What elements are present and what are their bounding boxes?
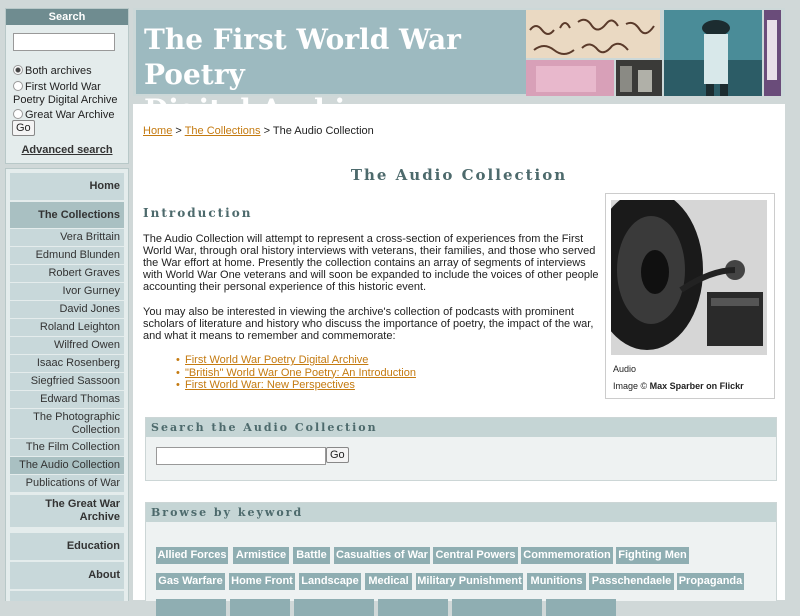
collection-search-input[interactable] — [156, 447, 326, 465]
nav-great-war-archive[interactable]: The Great War Archive — [10, 495, 124, 527]
keyword-tag[interactable]: Casualties of War — [334, 547, 430, 564]
image-caption: Audio — [613, 364, 637, 374]
nav-the-collections[interactable]: The Collections — [10, 202, 124, 228]
radio-label: First World War Poetry Digital Archive — [13, 81, 118, 106]
nav-education[interactable]: Education — [10, 533, 124, 560]
introduction-heading: Introduction — [143, 206, 253, 220]
list-item: First World War: New Perspectives — [176, 379, 416, 392]
soldier-photo-image — [664, 10, 762, 96]
keyword-tag[interactable]: Fighting Men — [616, 547, 689, 564]
nav-film-collection[interactable]: The Film Collection — [10, 439, 124, 456]
search-heading: Search — [6, 9, 128, 25]
nav-isaac-rosenberg[interactable]: Isaac Rosenberg — [10, 355, 124, 372]
radio-label: Both archives — [25, 65, 92, 77]
keyword-tag[interactable]: Munitions — [527, 573, 586, 590]
keyword-tag[interactable]: Commemoration — [521, 547, 613, 564]
nav-audio-collection[interactable]: The Audio Collection — [10, 457, 124, 474]
credit-prefix: Image © — [613, 381, 650, 391]
list-item: "British" World War One Poetry: An Intro… — [176, 367, 416, 380]
collection-search-go-button[interactable]: Go — [326, 447, 349, 463]
keyword-tag[interactable]: Central Powers — [433, 547, 518, 564]
radio-label: Great War Archive — [25, 109, 115, 121]
keyword-tag[interactable]: Home Front — [229, 573, 295, 590]
keyword-tag[interactable]: Gas Warfare — [156, 573, 225, 590]
featured-image-box: Audio Image © Max Sparber on Flickr — [605, 193, 775, 399]
pink-letter-image — [526, 60, 614, 96]
nav-about[interactable]: About — [10, 562, 124, 589]
site-title-line1: The First World War Poetry — [144, 23, 461, 91]
soldiers-photo-image — [616, 60, 662, 96]
sidebar-search-input[interactable] — [13, 33, 115, 51]
keyword-tag[interactable]: Armistice — [233, 547, 289, 564]
site-banner-title[interactable]: The First World War Poetry Digital Archi… — [136, 10, 526, 126]
keyword-tag[interactable]: Battle — [293, 547, 330, 564]
breadcrumb-home-link[interactable]: Home — [143, 125, 172, 137]
breadcrumb-collections-link[interactable]: The Collections — [185, 125, 261, 137]
strip-image — [764, 10, 781, 96]
keyword-tag[interactable]: Propaganda — [677, 573, 744, 590]
search-collection-heading: Search the Audio Collection — [146, 418, 776, 437]
keyword-tag-cutoff[interactable] — [378, 599, 448, 616]
breadcrumb-separator: > — [260, 125, 273, 137]
podcast-links-list: First World War Poetry Digital Archive "… — [176, 354, 416, 392]
link-fwwpda[interactable]: First World War Poetry Digital Archive — [185, 354, 368, 366]
podcasts-paragraph: You may also be interested in viewing th… — [143, 306, 594, 342]
main-content: Home > The Collections > The Audio Colle… — [133, 104, 785, 616]
browse-keyword-panel: Browse by keyword Allied Forces Armistic… — [145, 502, 777, 616]
breadcrumb: Home > The Collections > The Audio Colle… — [143, 125, 374, 137]
keyword-tag-cutoff[interactable] — [294, 599, 374, 616]
nav-publications-of-war[interactable]: Publications of War — [10, 475, 124, 492]
nav-roland-leighton[interactable]: Roland Leighton — [10, 319, 124, 336]
nav-david-jones[interactable]: David Jones — [10, 301, 124, 318]
advanced-search-link[interactable]: Advanced search — [6, 144, 128, 156]
nav-vera-brittain[interactable]: Vera Brittain — [10, 229, 124, 246]
intro-paragraph: The Audio Collection will attempt to rep… — [143, 233, 599, 293]
nav-home[interactable]: Home — [10, 173, 124, 200]
nav-ivor-gurney[interactable]: Ivor Gurney — [10, 283, 124, 300]
radio-fwwpda[interactable]: First World War Poetry Digital Archive — [13, 81, 123, 107]
nav-wilfred-owen[interactable]: Wilfred Owen — [10, 337, 124, 354]
nav-siegfried-sassoon[interactable]: Siegfried Sassoon — [10, 373, 124, 390]
radio-icon[interactable] — [13, 109, 23, 119]
link-british-ww1-poetry[interactable]: "British" World War One Poetry: An Intro… — [185, 367, 416, 379]
nav-edmund-blunden[interactable]: Edmund Blunden — [10, 247, 124, 264]
link-new-perspectives[interactable]: First World War: New Perspectives — [185, 379, 355, 391]
nav-robert-graves[interactable]: Robert Graves — [10, 265, 124, 282]
keyword-tag-cutoff[interactable] — [546, 599, 616, 616]
page-title: The Audio Collection — [350, 166, 568, 184]
sidebar-search-box: Search Both archives First World War Poe… — [5, 8, 129, 164]
search-collection-panel: Search the Audio Collection Go — [145, 417, 777, 481]
list-item: First World War Poetry Digital Archive — [176, 354, 416, 367]
breadcrumb-current: The Audio Collection — [272, 125, 374, 137]
site-header: The First World War Poetry Digital Archi… — [133, 8, 785, 126]
keyword-tag[interactable]: Medical — [365, 573, 412, 590]
credit-name: Max Sparber on Flickr — [649, 381, 744, 391]
radio-selected-icon[interactable] — [13, 65, 23, 75]
browse-keyword-heading: Browse by keyword — [146, 503, 776, 522]
gramophone-photo — [611, 200, 767, 355]
nav-edward-thomas[interactable]: Edward Thomas — [10, 391, 124, 408]
radio-icon[interactable] — [13, 81, 23, 91]
keyword-tag-cutoff[interactable] — [230, 599, 290, 616]
keyword-tag[interactable]: Allied Forces — [156, 547, 228, 564]
keyword-tag-cutoff[interactable] — [156, 599, 226, 616]
keyword-tag[interactable]: Military Punishment — [416, 573, 523, 590]
handwriting-image — [526, 10, 660, 58]
keyword-tag-cutoff[interactable] — [452, 599, 542, 616]
keyword-tag[interactable]: Passchendaele — [589, 573, 674, 590]
radio-both-archives[interactable]: Both archives — [13, 65, 92, 78]
keyword-tag[interactable]: Landscape — [299, 573, 361, 590]
nav-photographic-collection[interactable]: The Photographic Collection — [10, 409, 124, 438]
sidebar-search-go-button[interactable]: Go — [12, 120, 35, 136]
breadcrumb-separator: > — [172, 125, 185, 137]
image-credit: Image © Max Sparber on Flickr — [613, 381, 744, 391]
sidebar-nav: Home The Collections Vera Brittain Edmun… — [5, 168, 129, 601]
